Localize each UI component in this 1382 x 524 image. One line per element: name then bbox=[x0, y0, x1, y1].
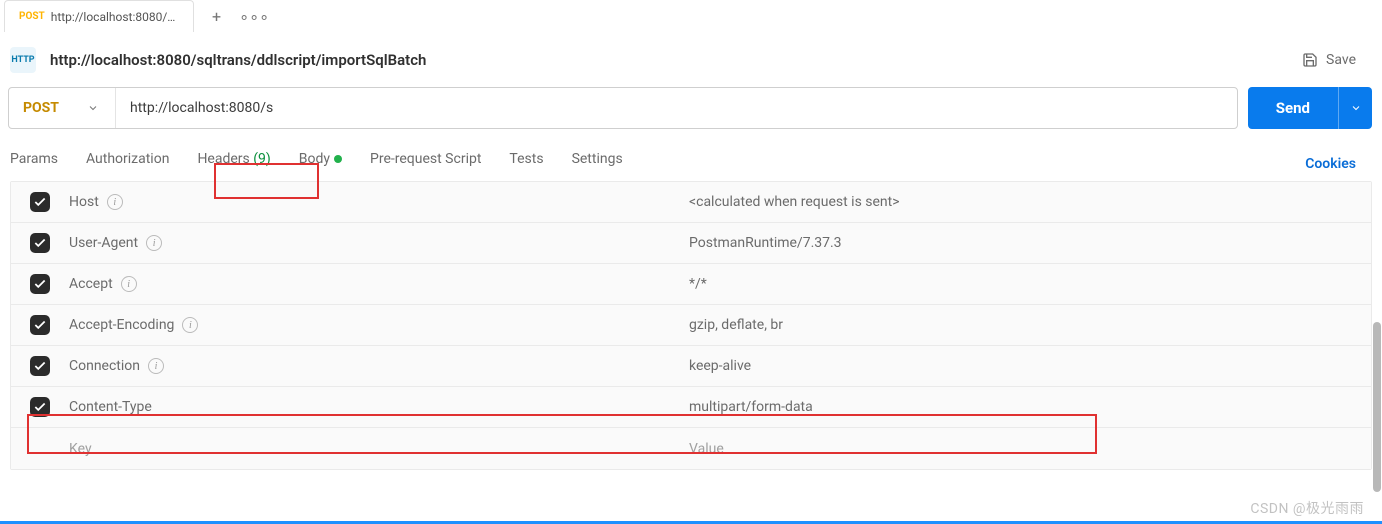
check-icon bbox=[33, 318, 47, 332]
header-checkbox[interactable] bbox=[30, 233, 50, 253]
header-key: Accept bbox=[69, 276, 113, 292]
tab-method-badge: POST bbox=[19, 11, 45, 22]
info-icon[interactable]: i bbox=[121, 276, 137, 292]
breadcrumb-left: HTTP http://localhost:8080/sqltrans/ddls… bbox=[10, 47, 426, 73]
tab-pre-request[interactable]: Pre-request Script bbox=[370, 151, 481, 177]
info-icon[interactable]: i bbox=[146, 235, 162, 251]
send-group: Send bbox=[1248, 87, 1372, 129]
tab-body-label: Body bbox=[299, 151, 330, 167]
method-label: POST bbox=[23, 100, 59, 116]
check-icon bbox=[33, 400, 47, 414]
http-icon: HTTP bbox=[10, 47, 36, 73]
tab-headers[interactable]: Headers (9) bbox=[197, 151, 270, 177]
header-checkbox[interactable] bbox=[30, 397, 50, 417]
header-key-placeholder[interactable]: Key bbox=[69, 441, 92, 457]
tab-actions: + ∘∘∘ bbox=[194, 7, 269, 26]
tab-body[interactable]: Body bbox=[299, 151, 342, 177]
method-url-box: POST http://localhost:8080/s bbox=[8, 87, 1238, 129]
tab-headers-label: Headers bbox=[197, 151, 249, 167]
header-value: keep-alive bbox=[689, 358, 1371, 374]
header-row[interactable]: Hosti <calculated when request is sent> bbox=[11, 182, 1371, 223]
tab-params[interactable]: Params bbox=[10, 151, 58, 177]
header-row[interactable]: Connection i keep-alive bbox=[11, 346, 1371, 387]
header-value: gzip, deflate, br bbox=[689, 317, 1371, 333]
header-value: <calculated when request is sent> bbox=[689, 194, 1371, 210]
request-tab[interactable]: POST http://localhost:8080/sq bbox=[4, 0, 194, 32]
header-value: PostmanRuntime/7.37.3 bbox=[689, 235, 1371, 251]
header-value: */* bbox=[689, 276, 1371, 292]
header-new-row[interactable]: Key Value bbox=[11, 428, 1371, 469]
save-label: Save bbox=[1326, 52, 1356, 68]
body-dirty-indicator-icon bbox=[334, 155, 342, 163]
tab-headers-count: (9) bbox=[253, 151, 271, 167]
headers-table: Hosti <calculated when request is sent> … bbox=[10, 181, 1372, 470]
check-icon bbox=[33, 236, 47, 250]
header-key[interactable]: Content-Type bbox=[69, 399, 152, 415]
new-tab-icon[interactable]: + bbox=[212, 7, 221, 26]
cookies-link[interactable]: Cookies bbox=[1305, 156, 1356, 172]
header-key: Accept-Encoding bbox=[69, 317, 174, 333]
header-checkbox[interactable] bbox=[30, 356, 50, 376]
header-key: Connection bbox=[69, 358, 140, 374]
tab-tests[interactable]: Tests bbox=[509, 151, 543, 177]
chevron-down-icon bbox=[1350, 102, 1362, 114]
method-select[interactable]: POST bbox=[9, 88, 116, 128]
watermark: CSDN @极光雨雨 bbox=[1250, 498, 1364, 518]
tab-strip: POST http://localhost:8080/sq + ∘∘∘ bbox=[0, 0, 1382, 32]
http-icon-label: HTTP bbox=[11, 55, 34, 65]
tab-title: http://localhost:8080/sq bbox=[51, 10, 179, 24]
subtabs-row: Params Authorization Headers (9) Body Pr… bbox=[0, 129, 1382, 179]
tab-authorization[interactable]: Authorization bbox=[86, 151, 169, 177]
header-row[interactable]: User-Agent i PostmanRuntime/7.37.3 bbox=[11, 223, 1371, 264]
subtabs: Params Authorization Headers (9) Body Pr… bbox=[10, 151, 623, 177]
breadcrumb-path: http://localhost:8080/sqltrans/ddlscript… bbox=[50, 51, 426, 69]
info-icon[interactable]: i bbox=[148, 358, 164, 374]
header-checkbox[interactable] bbox=[30, 192, 50, 212]
check-icon bbox=[33, 359, 47, 373]
request-row: POST http://localhost:8080/s Send bbox=[0, 87, 1382, 129]
send-button[interactable]: Send bbox=[1248, 87, 1338, 129]
header-checkbox[interactable] bbox=[30, 315, 50, 335]
url-text: http://localhost:8080/s bbox=[130, 100, 273, 116]
header-value-placeholder[interactable]: Value bbox=[689, 441, 1371, 457]
header-row[interactable]: Accept-Encoding i gzip, deflate, br bbox=[11, 305, 1371, 346]
info-icon[interactable]: i bbox=[107, 194, 123, 210]
save-icon bbox=[1302, 52, 1318, 68]
scrollbar-thumb[interactable] bbox=[1373, 322, 1381, 492]
header-key: User-Agent bbox=[69, 235, 138, 251]
info-icon[interactable]: i bbox=[182, 317, 198, 333]
chevron-down-icon bbox=[87, 102, 99, 114]
header-checkbox[interactable] bbox=[30, 274, 50, 294]
check-icon bbox=[33, 277, 47, 291]
url-input[interactable]: http://localhost:8080/s bbox=[116, 88, 1237, 128]
check-icon bbox=[33, 195, 47, 209]
tab-settings[interactable]: Settings bbox=[572, 151, 623, 177]
header-value[interactable]: multipart/form-data bbox=[689, 399, 1371, 415]
send-dropdown[interactable] bbox=[1338, 87, 1372, 129]
header-key: Host bbox=[69, 194, 99, 210]
tab-overflow-icon[interactable]: ∘∘∘ bbox=[239, 7, 269, 26]
save-button[interactable]: Save bbox=[1302, 52, 1356, 68]
header-row[interactable]: Accepti */* bbox=[11, 264, 1371, 305]
breadcrumb-row: HTTP http://localhost:8080/sqltrans/ddls… bbox=[0, 32, 1382, 87]
header-row[interactable]: Content-Type multipart/form-data bbox=[11, 387, 1371, 428]
